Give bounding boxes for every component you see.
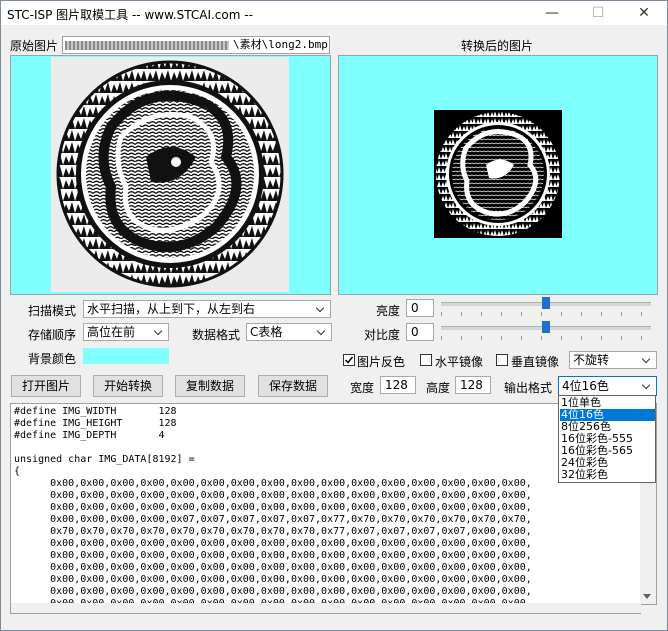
output-format-value: 4位16色 — [562, 379, 609, 393]
chevron-down-icon — [315, 325, 329, 339]
code-horizontal-scrollbar[interactable] — [10, 603, 641, 614]
height-field[interactable]: 128 — [455, 376, 491, 394]
copy-data-button[interactable]: 复制数据 — [175, 375, 245, 397]
output-code-text: #define IMG_WIDTH 128 #define IMG_HEIGHT… — [14, 406, 532, 605]
rotate-select[interactable]: 不旋转 — [569, 351, 657, 369]
chevron-down-icon — [640, 353, 654, 367]
storage-order-label: 存储顺序 — [28, 328, 77, 342]
chevron-down-icon — [640, 379, 654, 393]
result-image-panel — [338, 55, 658, 295]
storage-order-select[interactable]: 高位在前 — [83, 323, 169, 341]
contrast-ticks — [441, 336, 651, 340]
data-format-label: 数据格式 — [192, 328, 241, 342]
width-label: 宽度 — [350, 381, 375, 395]
data-format-value: C表格 — [250, 325, 283, 339]
rotate-value: 不旋转 — [573, 353, 610, 367]
result-image-label: 转换后的图片 — [461, 39, 534, 53]
width-field[interactable]: 128 — [380, 376, 416, 394]
source-path-text: \素材\long2.bmp — [233, 38, 328, 51]
bg-color-swatch[interactable] — [83, 348, 169, 364]
chevron-down-icon — [152, 325, 166, 339]
result-image-bg — [434, 110, 562, 238]
scroll-down-icon[interactable] — [643, 594, 651, 599]
start-convert-button[interactable]: 开始转换 — [93, 375, 163, 397]
brightness-label: 亮度 — [376, 304, 401, 318]
contrast-label: 对比度 — [364, 328, 401, 342]
data-format-select[interactable]: C表格 — [246, 323, 332, 341]
scan-mode-label: 扫描模式 — [28, 304, 77, 318]
vmirror-label[interactable]: 垂直镜像 — [511, 353, 559, 370]
check-icon — [344, 356, 354, 364]
height-label: 高度 — [426, 381, 451, 395]
brightness-slider-thumb[interactable] — [542, 297, 550, 309]
hmirror-label[interactable]: 水平镜像 — [435, 353, 483, 370]
bg-color-label: 背景颜色 — [28, 352, 77, 366]
storage-order-value: 高位在前 — [87, 325, 136, 339]
brightness-value-field[interactable]: 0 — [406, 299, 434, 317]
close-button[interactable]: ✕ — [621, 1, 667, 25]
window-title: STC-ISP 图片取模工具 -- www.STCAI.com -- — [7, 8, 253, 22]
chevron-down-icon — [314, 302, 328, 316]
contrast-slider-thumb[interactable] — [542, 321, 550, 333]
contrast-value-field[interactable]: 0 — [406, 323, 434, 341]
brightness-ticks — [441, 312, 651, 316]
source-image-label: 原始图片 — [10, 39, 59, 53]
source-image-bg — [51, 57, 289, 292]
path-obscured — [65, 41, 229, 50]
invert-checkbox[interactable] — [343, 354, 355, 366]
minimize-button[interactable]: — — [529, 1, 575, 25]
maximize-button: ☐ — [591, 5, 605, 21]
scan-mode-value: 水平扫描，从上到下，从左到右 — [87, 302, 256, 316]
output-format-label: 输出格式 — [504, 381, 553, 395]
open-image-button[interactable]: 打开图片 — [11, 375, 81, 397]
save-data-button[interactable]: 保存数据 — [258, 375, 328, 397]
output-format-dropdown[interactable]: 1位单色 4位16色 8位256色 16位彩色-555 16位彩色-565 24… — [558, 395, 656, 483]
output-code-area[interactable]: #define IMG_WIDTH 128 #define IMG_HEIGHT… — [10, 403, 642, 605]
source-image-panel — [10, 55, 331, 295]
vmirror-checkbox[interactable] — [496, 354, 508, 366]
converted-medallion-image — [436, 112, 560, 236]
output-format-select[interactable]: 4位16色 — [558, 376, 657, 396]
output-format-option[interactable]: 32位彩色 — [560, 469, 655, 481]
dragon-medallion-image — [56, 60, 284, 288]
invert-label[interactable]: 图片反色 — [357, 353, 405, 370]
source-path-field[interactable]: \素材\long2.bmp — [62, 36, 330, 54]
scan-mode-select[interactable]: 水平扫描，从上到下，从左到右 — [83, 300, 331, 318]
hmirror-checkbox[interactable] — [420, 354, 432, 366]
